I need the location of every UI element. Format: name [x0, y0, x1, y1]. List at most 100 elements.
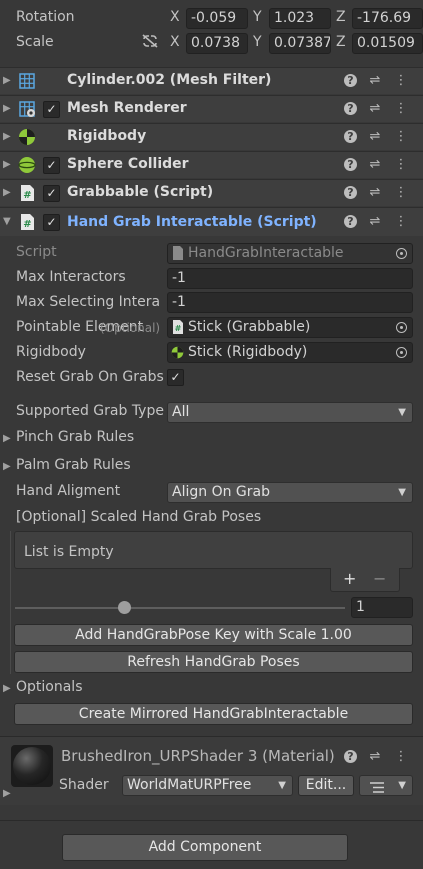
component-sphere-collider[interactable]: ▶ ✓ Sphere Collider ? ⇌ ⋮	[0, 151, 423, 178]
enabled-checkbox[interactable]: ✓	[43, 214, 60, 231]
help-icon[interactable]: ?	[344, 74, 357, 87]
rotation-x-label[interactable]: X	[170, 9, 180, 25]
optionals-foldout[interactable]: Optionals	[16, 679, 83, 695]
object-picker-icon[interactable]	[396, 322, 407, 333]
more-menu-icon[interactable]: ⋮	[393, 185, 409, 201]
material-preview[interactable]	[11, 745, 53, 787]
edit-shader-button[interactable]: Edit...	[298, 775, 354, 796]
component-mesh-renderer[interactable]: ▶ ✓ Mesh Renderer ? ⇌ ⋮	[0, 95, 423, 122]
rotation-z-label[interactable]: Z	[336, 9, 346, 25]
scale-z-field[interactable]: 0.01509	[352, 33, 423, 54]
expand-arrow-icon[interactable]: ▶	[3, 187, 11, 198]
rotation-y-field[interactable]: 1.023	[269, 8, 331, 29]
help-icon[interactable]: ?	[344, 130, 357, 143]
presets-icon[interactable]: ⇌	[367, 101, 383, 117]
script-label: Script	[16, 244, 57, 260]
component-mesh-filter[interactable]: ▶ Cylinder.002 (Mesh Filter) ? ⇌ ⋮	[0, 67, 423, 94]
rigidbody-icon	[18, 128, 36, 146]
presets-icon[interactable]: ⇌	[367, 129, 383, 145]
more-menu-icon[interactable]: ⋮	[393, 749, 409, 765]
rotation-y-label[interactable]: Y	[253, 9, 262, 25]
collapse-arrow-icon[interactable]: ▼	[3, 216, 11, 227]
component-title[interactable]: Hand Grab Interactable (Script)	[67, 214, 317, 230]
component-title[interactable]: Sphere Collider	[67, 156, 189, 172]
enabled-checkbox[interactable]: ✓	[43, 157, 60, 174]
help-icon[interactable]: ?	[344, 158, 357, 171]
hand-alignment-dropdown[interactable]: Align On Grab ▼	[167, 482, 413, 503]
chevron-down-icon: ▼	[278, 780, 286, 791]
component-title[interactable]: Cylinder.002 (Mesh Filter)	[67, 72, 271, 88]
expand-arrow-icon[interactable]: ▶	[3, 433, 11, 444]
expand-arrow-icon[interactable]: ▶	[3, 159, 11, 170]
component-title[interactable]: Rigidbody	[67, 128, 146, 144]
component-title[interactable]: Grabbable (Script)	[67, 184, 213, 200]
expand-arrow-icon[interactable]: ▶	[3, 461, 11, 472]
scale-y-field[interactable]: 0.07387	[269, 33, 331, 54]
more-menu-icon[interactable]: ⋮	[393, 214, 409, 230]
more-menu-icon[interactable]: ⋮	[393, 101, 409, 117]
scale-slider-value[interactable]: 1	[351, 597, 413, 618]
constrain-proportions-icon[interactable]	[141, 33, 159, 53]
presets-icon[interactable]: ⇌	[367, 73, 383, 89]
palm-grab-rules-foldout[interactable]: Palm Grab Rules	[16, 457, 131, 473]
presets-icon[interactable]: ⇌	[367, 214, 383, 230]
scale-x-field[interactable]: 0.0738	[186, 33, 248, 54]
more-menu-icon[interactable]: ⋮	[393, 157, 409, 173]
chevron-down-icon: ▼	[398, 407, 406, 418]
max-selecting-field[interactable]: -1	[167, 292, 413, 313]
help-icon[interactable]: ?	[344, 215, 357, 228]
component-rigidbody[interactable]: ▶ Rigidbody ? ⇌ ⋮	[0, 123, 423, 150]
remove-item-button[interactable]: −	[373, 569, 386, 588]
scale-z-label[interactable]: Z	[336, 34, 346, 50]
refresh-handgrab-poses-button[interactable]: Refresh HandGrab Poses	[14, 651, 413, 673]
rotation-x-field[interactable]: -0.059	[186, 8, 248, 29]
reset-grab-checkbox[interactable]: ✓	[167, 369, 184, 386]
expand-arrow-icon[interactable]: ▶	[3, 788, 11, 799]
object-picker-icon[interactable]	[396, 248, 407, 259]
rigidbody-field[interactable]: Stick (Rigidbody)	[167, 342, 413, 363]
expand-arrow-icon[interactable]: ▶	[3, 75, 11, 86]
sphere-preview-icon	[13, 747, 51, 785]
scale-x-label[interactable]: X	[170, 34, 180, 50]
list-icon	[370, 780, 384, 799]
shader-options-dropdown[interactable]: ▼	[359, 775, 413, 796]
rotation-z-field[interactable]: -176.69	[352, 8, 423, 29]
chevron-down-icon: ▼	[398, 780, 406, 791]
help-icon[interactable]: ?	[344, 186, 357, 199]
presets-icon[interactable]: ⇌	[367, 157, 383, 173]
presets-icon[interactable]: ⇌	[367, 749, 383, 765]
scale-slider-track[interactable]	[15, 607, 345, 609]
enabled-checkbox[interactable]: ✓	[43, 185, 60, 202]
enabled-checkbox[interactable]: ✓	[43, 101, 60, 118]
expand-arrow-icon[interactable]: ▶	[3, 103, 11, 114]
help-icon[interactable]: ?	[344, 750, 357, 763]
more-menu-icon[interactable]: ⋮	[393, 73, 409, 89]
pinch-grab-rules-foldout[interactable]: Pinch Grab Rules	[16, 429, 134, 445]
supported-grab-type-dropdown[interactable]: All ▼	[167, 402, 413, 423]
optional-hint: (Optional)	[100, 321, 161, 335]
script-icon: #	[18, 213, 36, 231]
component-title[interactable]: Mesh Renderer	[67, 100, 187, 116]
help-icon[interactable]: ?	[344, 102, 357, 115]
divider	[0, 820, 423, 821]
component-grabbable[interactable]: ▶ # ✓ Grabbable (Script) ? ⇌ ⋮	[0, 179, 423, 206]
component-hand-grab-interactable[interactable]: ▼ # ✓ Hand Grab Interactable (Script) ? ⇌…	[0, 207, 423, 236]
max-interactors-field[interactable]: -1	[167, 268, 413, 289]
pointable-element-field[interactable]: Stick (Grabbable)	[167, 317, 413, 338]
create-mirrored-button[interactable]: Create Mirrored HandGrabInteractable	[14, 703, 413, 725]
object-picker-icon[interactable]	[396, 347, 407, 358]
scale-slider-thumb[interactable]	[117, 601, 131, 614]
presets-icon[interactable]: ⇌	[367, 185, 383, 201]
script-file-icon	[172, 246, 184, 264]
scale-y-label[interactable]: Y	[253, 34, 262, 50]
shader-value: WorldMatURPFree	[127, 777, 252, 793]
expand-arrow-icon[interactable]: ▶	[3, 131, 11, 142]
add-item-button[interactable]: +	[343, 569, 356, 588]
expand-arrow-icon[interactable]: ▶	[3, 683, 11, 694]
more-menu-icon[interactable]: ⋮	[393, 129, 409, 145]
shader-dropdown[interactable]: WorldMatURPFree ▼	[122, 775, 293, 796]
mesh-filter-icon	[18, 72, 36, 90]
add-handgrabpose-button[interactable]: Add HandGrabPose Key with Scale 1.00	[14, 624, 413, 646]
svg-text:#: #	[23, 219, 31, 230]
add-component-button[interactable]: Add Component	[62, 834, 348, 861]
